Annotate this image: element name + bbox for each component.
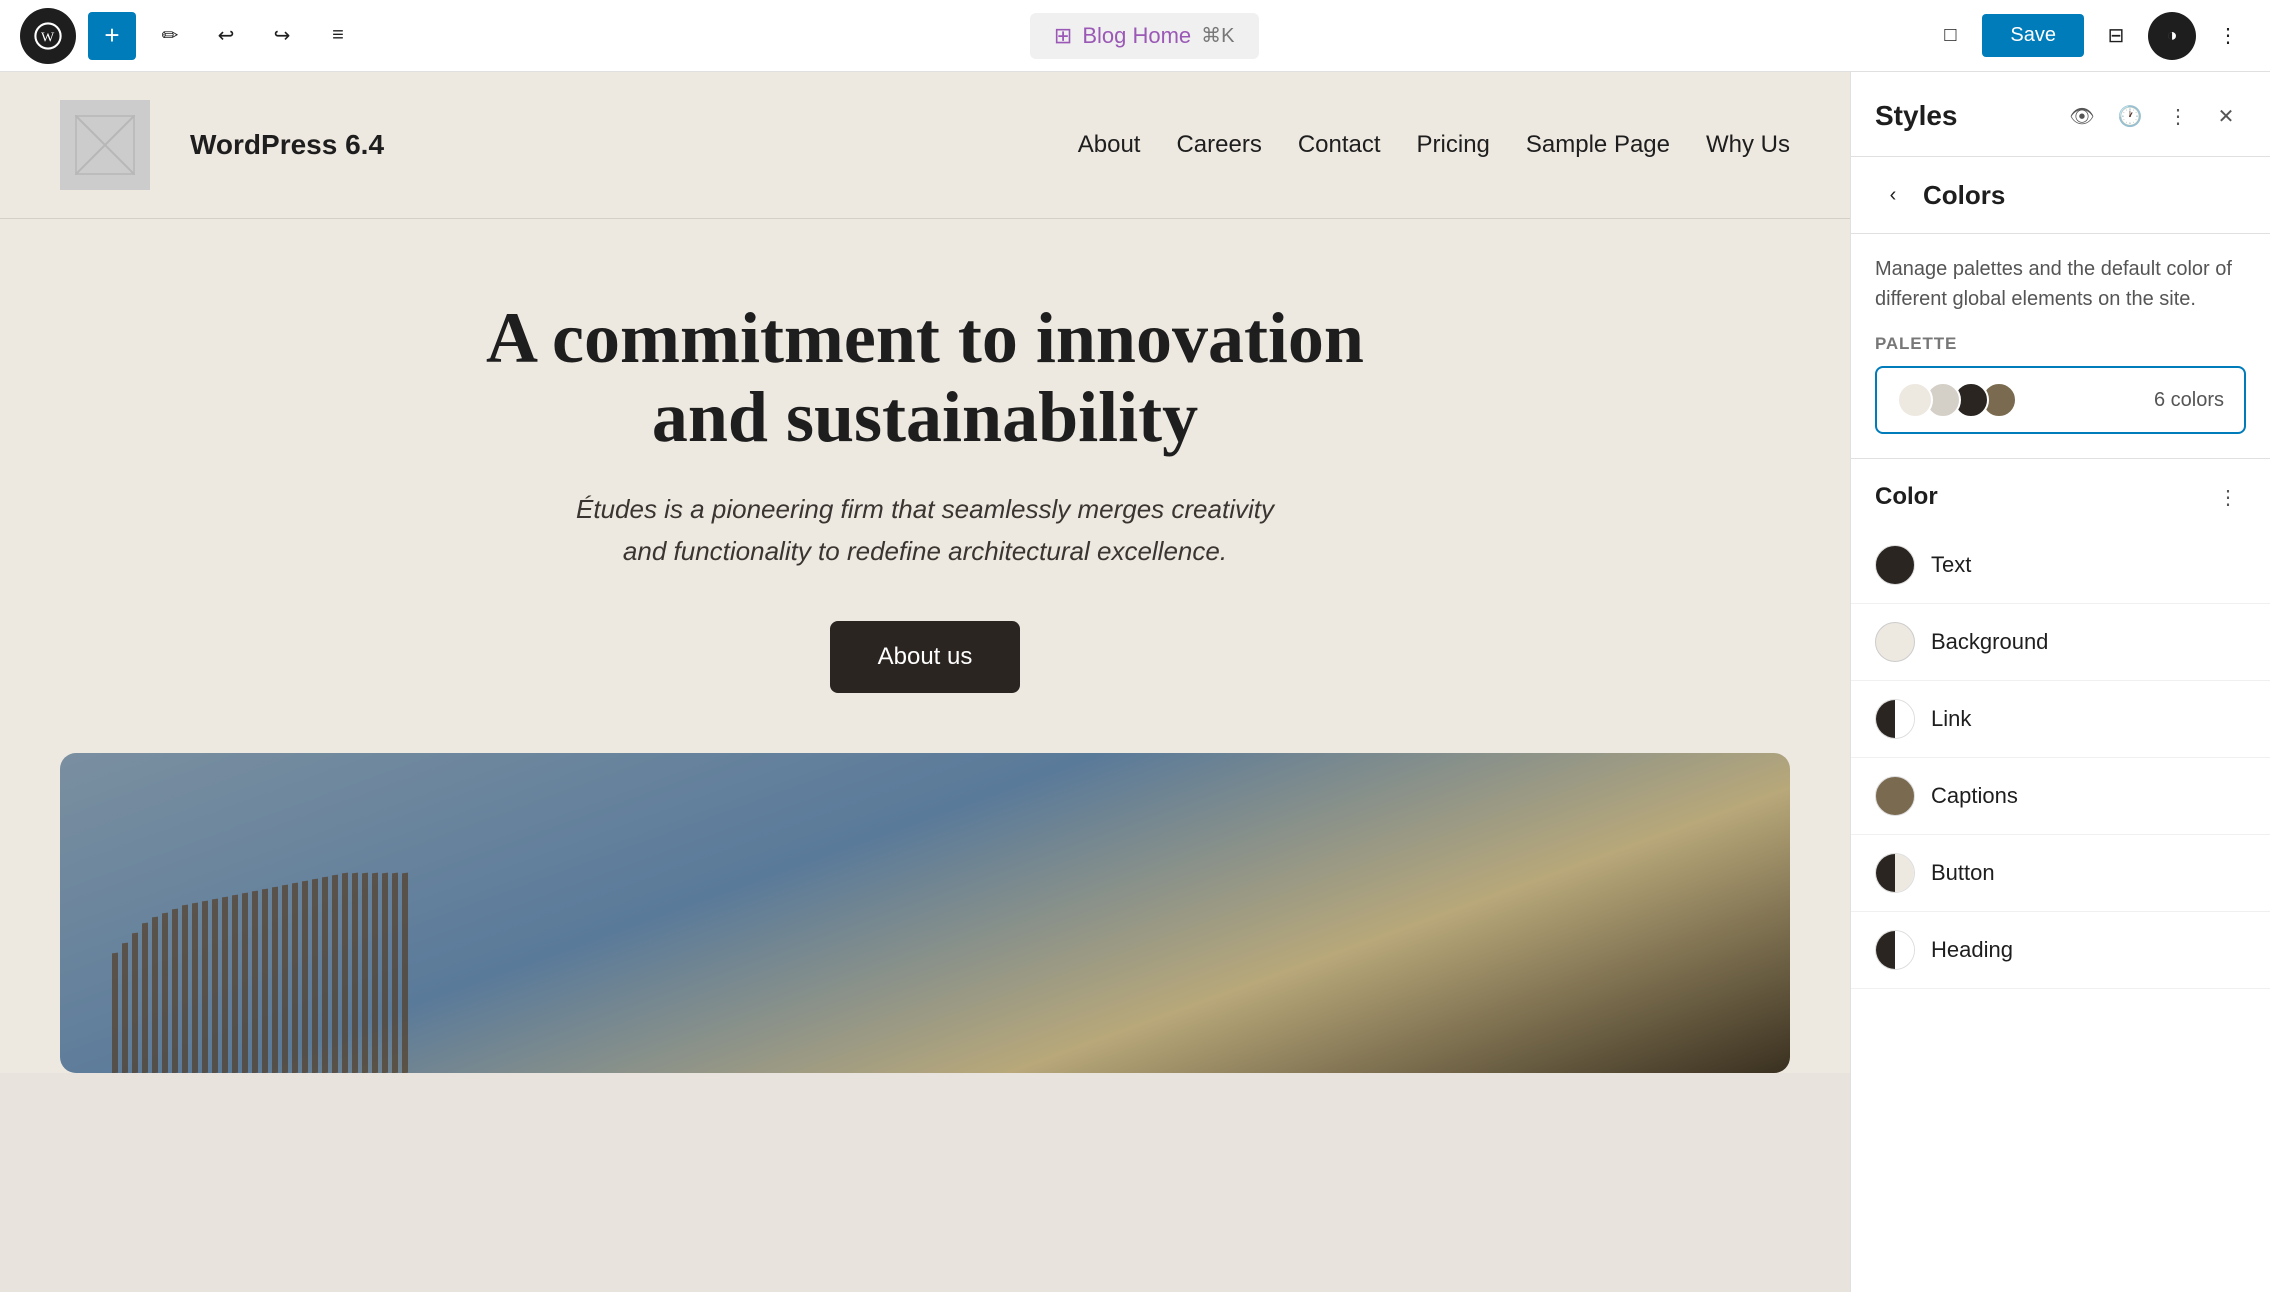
styles-history-icon[interactable]: 🕐	[2110, 96, 2150, 136]
styles-more-icon[interactable]: ⋮	[2158, 96, 2198, 136]
color-more-button[interactable]: ⋮	[2210, 479, 2246, 515]
close-panel-button[interactable]: ✕	[2206, 96, 2246, 136]
toolbar-center: ⊞ Blog Home ⌘K	[372, 13, 1916, 59]
redo-button[interactable]: ↪	[260, 14, 304, 58]
color-label-button: Button	[1931, 860, 1995, 886]
preview-icon[interactable]: □	[1928, 14, 1972, 58]
toolbar: W + ✏ ↩ ↪ ≡ ⊞ Blog Home ⌘K □ Save ⊟ ◑ ⋮	[0, 0, 2270, 72]
nav-item-contact[interactable]: Contact	[1298, 131, 1381, 159]
about-us-button[interactable]: About us	[830, 621, 1021, 693]
site-header: WordPress 6.4 About Careers Contact Pric…	[0, 72, 1850, 219]
palette-count: 6 colors	[2154, 389, 2224, 412]
list-view-button[interactable]: ≡	[316, 14, 360, 58]
color-section: Color ⋮ Text Background Link	[1851, 458, 2270, 989]
site-title: WordPress 6.4	[190, 129, 384, 161]
main-area: WordPress 6.4 About Careers Contact Pric…	[0, 72, 2270, 1292]
color-item-button[interactable]: Button	[1851, 835, 2270, 912]
nav-item-why-us[interactable]: Why Us	[1706, 131, 1790, 159]
color-swatch-button	[1875, 853, 1915, 893]
color-section-title: Color	[1875, 483, 1938, 511]
color-label-heading: Heading	[1931, 937, 2013, 963]
save-button[interactable]: Save	[1982, 14, 2084, 57]
add-block-button[interactable]: +	[88, 12, 136, 60]
palette-label: PALETTE	[1875, 334, 2246, 354]
nav-item-pricing[interactable]: Pricing	[1417, 131, 1490, 159]
swatch-0	[1897, 382, 1933, 418]
image-section	[0, 753, 1850, 1073]
image-lines	[110, 873, 1790, 1073]
style-toggle-button[interactable]: ◑	[2148, 12, 2196, 60]
nav-item-sample-page[interactable]: Sample Page	[1526, 131, 1670, 159]
pencil-icon[interactable]: ✏	[148, 14, 192, 58]
undo-button[interactable]: ↩	[204, 14, 248, 58]
colors-description: Manage palettes and the default color of…	[1851, 234, 2270, 334]
color-item-link[interactable]: Link	[1851, 681, 2270, 758]
color-label-background: Background	[1931, 629, 2048, 655]
nav-item-careers[interactable]: Careers	[1176, 131, 1261, 159]
canvas: WordPress 6.4 About Careers Contact Pric…	[0, 72, 1850, 1292]
colors-title: Colors	[1923, 180, 2005, 211]
panel-title: Styles	[1875, 100, 1958, 132]
color-swatch-captions	[1875, 776, 1915, 816]
color-swatch-heading	[1875, 930, 1915, 970]
palette-section: PALETTE 6 colors	[1851, 334, 2270, 458]
blog-home-button[interactable]: ⊞ Blog Home ⌘K	[1030, 13, 1259, 59]
site-navigation: About Careers Contact Pricing Sample Pag…	[1078, 131, 1790, 159]
site-logo	[60, 100, 150, 190]
color-label-text: Text	[1931, 552, 1971, 578]
layout-icon[interactable]: ⊟	[2094, 14, 2138, 58]
panel-header-icons: 👁 🕐 ⋮ ✕	[2062, 96, 2246, 136]
color-item-captions[interactable]: Captions	[1851, 758, 2270, 835]
styles-preview-icon[interactable]: 👁	[2062, 96, 2102, 136]
back-button[interactable]: ‹	[1875, 177, 1911, 213]
nav-item-about[interactable]: About	[1078, 131, 1141, 159]
color-item-text[interactable]: Text	[1851, 527, 2270, 604]
color-item-background[interactable]: Background	[1851, 604, 2270, 681]
color-label-captions: Captions	[1931, 783, 2018, 809]
panel-header: Styles 👁 🕐 ⋮ ✕	[1851, 72, 2270, 157]
hero-title: A commitment to innovation and sustainab…	[475, 299, 1375, 457]
color-swatch-text	[1875, 545, 1915, 585]
styles-panel: Styles 👁 🕐 ⋮ ✕ ‹ Colors Manage palettes …	[1850, 72, 2270, 1292]
palette-swatches	[1897, 382, 2009, 418]
palette-selector[interactable]: 6 colors	[1875, 366, 2246, 434]
color-swatch-background	[1875, 622, 1915, 662]
keyboard-shortcut: ⌘K	[1201, 23, 1234, 48]
color-item-heading[interactable]: Heading	[1851, 912, 2270, 989]
hero-subtitle: Études is a pioneering firm that seamles…	[575, 489, 1275, 572]
toolbar-right: □ Save ⊟ ◑ ⋮	[1928, 12, 2250, 60]
color-label-link: Link	[1931, 706, 1971, 732]
hero-section: A commitment to innovation and sustainab…	[0, 219, 1850, 753]
svg-text:W: W	[41, 30, 55, 45]
blog-home-label: Blog Home	[1082, 23, 1191, 49]
colors-header: ‹ Colors	[1851, 157, 2270, 234]
color-section-header: Color ⋮	[1851, 459, 2270, 527]
blog-home-icon: ⊞	[1054, 23, 1072, 49]
wp-logo[interactable]: W	[20, 8, 76, 64]
architectural-image	[60, 753, 1790, 1073]
more-options-button[interactable]: ⋮	[2206, 14, 2250, 58]
color-swatch-link	[1875, 699, 1915, 739]
